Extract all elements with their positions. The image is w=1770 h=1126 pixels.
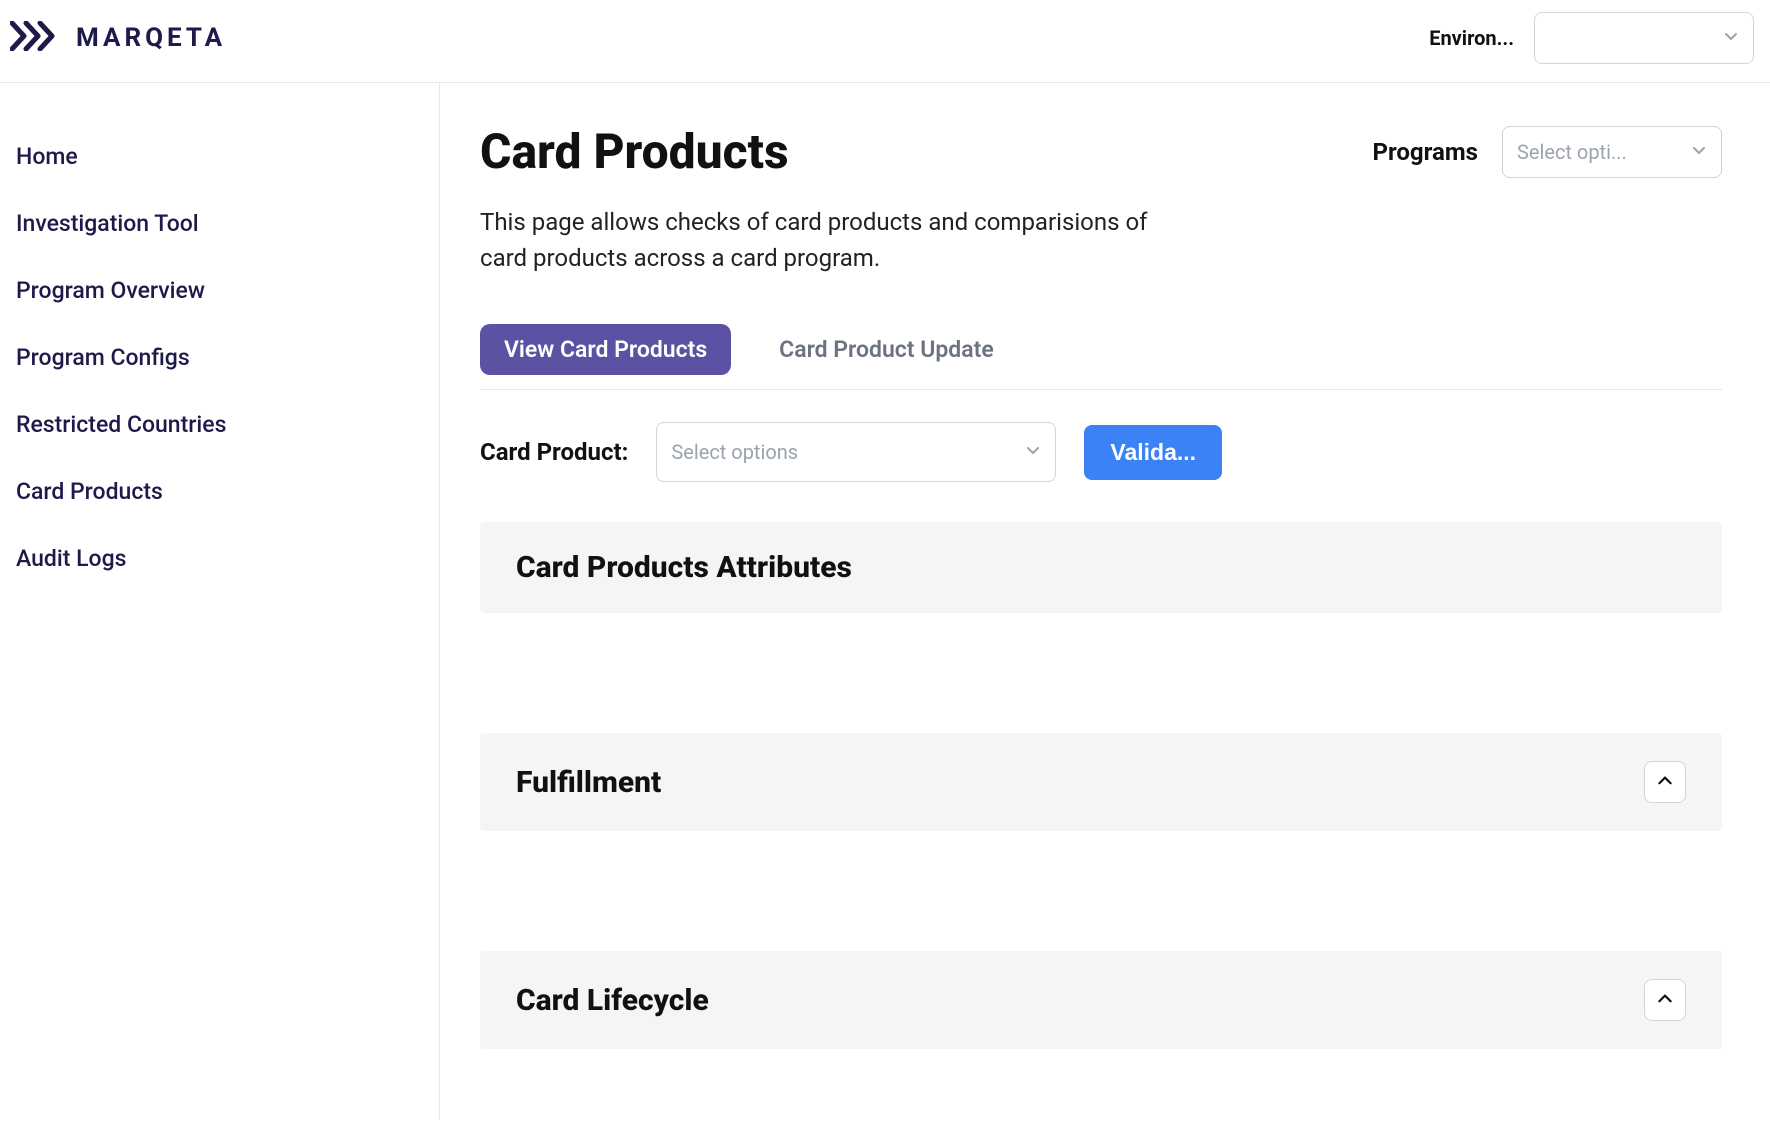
programs-select-group: Programs Select opti... bbox=[1372, 126, 1722, 178]
sidebar-item-label: Investigation Tool bbox=[16, 210, 199, 237]
sidebar-item-label: Program Overview bbox=[16, 277, 205, 304]
chevron-down-icon bbox=[1723, 28, 1739, 48]
tab-label: Card Product Update bbox=[779, 336, 994, 363]
sidebar-item-program-overview[interactable]: Program Overview bbox=[0, 257, 439, 324]
card-product-select[interactable]: Select options bbox=[656, 422, 1056, 482]
tab-view-card-products[interactable]: View Card Products bbox=[480, 324, 731, 375]
environment-select[interactable] bbox=[1534, 12, 1754, 64]
sidebar-item-card-products[interactable]: Card Products bbox=[0, 458, 439, 525]
chevron-down-icon bbox=[1025, 442, 1041, 462]
programs-select[interactable]: Select opti... bbox=[1502, 126, 1722, 178]
content-area: Card Products Programs Select opti... Th… bbox=[440, 83, 1770, 1119]
sidebar-item-home[interactable]: Home bbox=[0, 123, 439, 190]
header-right: Environ... bbox=[1429, 12, 1754, 64]
panel-title: Card Products Attributes bbox=[516, 550, 852, 585]
page-title: Card Products bbox=[480, 123, 789, 180]
card-product-controls: Card Product: Select options Valida... bbox=[480, 422, 1722, 482]
brand-logo: MARQETA bbox=[10, 21, 226, 55]
sidebar-item-restricted-countries[interactable]: Restricted Countries bbox=[0, 391, 439, 458]
sidebar-item-label: Home bbox=[16, 143, 78, 170]
collapse-button[interactable] bbox=[1644, 979, 1686, 1021]
chevron-down-icon bbox=[1691, 142, 1707, 162]
validate-button[interactable]: Valida... bbox=[1084, 425, 1222, 480]
sidebar-item-label: Restricted Countries bbox=[16, 411, 226, 438]
collapse-button[interactable] bbox=[1644, 761, 1686, 803]
panel-fulfillment: Fulfillment bbox=[480, 733, 1722, 831]
tab-label: View Card Products bbox=[504, 336, 707, 363]
page-description: This page allows checks of card products… bbox=[480, 204, 1200, 276]
sidebar: Home Investigation Tool Program Overview… bbox=[0, 83, 440, 1119]
brand-name: MARQETA bbox=[76, 23, 226, 53]
sidebar-item-label: Program Configs bbox=[16, 344, 190, 371]
card-product-select-placeholder: Select options bbox=[671, 440, 798, 464]
tabs: View Card Products Card Product Update bbox=[480, 324, 1722, 390]
main-layout: Home Investigation Tool Program Overview… bbox=[0, 83, 1770, 1119]
panel-card-lifecycle: Card Lifecycle bbox=[480, 951, 1722, 1049]
card-product-label: Card Product: bbox=[480, 438, 628, 466]
tab-card-product-update[interactable]: Card Product Update bbox=[755, 324, 1018, 375]
content-header: Card Products Programs Select opti... bbox=[480, 123, 1722, 180]
chevron-up-icon bbox=[1656, 990, 1674, 1011]
sidebar-item-label: Card Products bbox=[16, 478, 163, 505]
panel-title: Fulfillment bbox=[516, 765, 661, 800]
app-header: MARQETA Environ... bbox=[0, 0, 1770, 83]
panel-title: Card Lifecycle bbox=[516, 983, 709, 1018]
sidebar-item-program-configs[interactable]: Program Configs bbox=[0, 324, 439, 391]
panel-card-products-attributes: Card Products Attributes bbox=[480, 522, 1722, 613]
programs-select-placeholder: Select opti... bbox=[1517, 140, 1627, 164]
sidebar-item-audit-logs[interactable]: Audit Logs bbox=[0, 525, 439, 592]
logo-icon bbox=[10, 21, 66, 55]
environment-label: Environ... bbox=[1429, 26, 1514, 50]
sidebar-item-label: Audit Logs bbox=[16, 545, 126, 572]
programs-label: Programs bbox=[1372, 138, 1478, 166]
sidebar-item-investigation-tool[interactable]: Investigation Tool bbox=[0, 190, 439, 257]
chevron-up-icon bbox=[1656, 772, 1674, 793]
